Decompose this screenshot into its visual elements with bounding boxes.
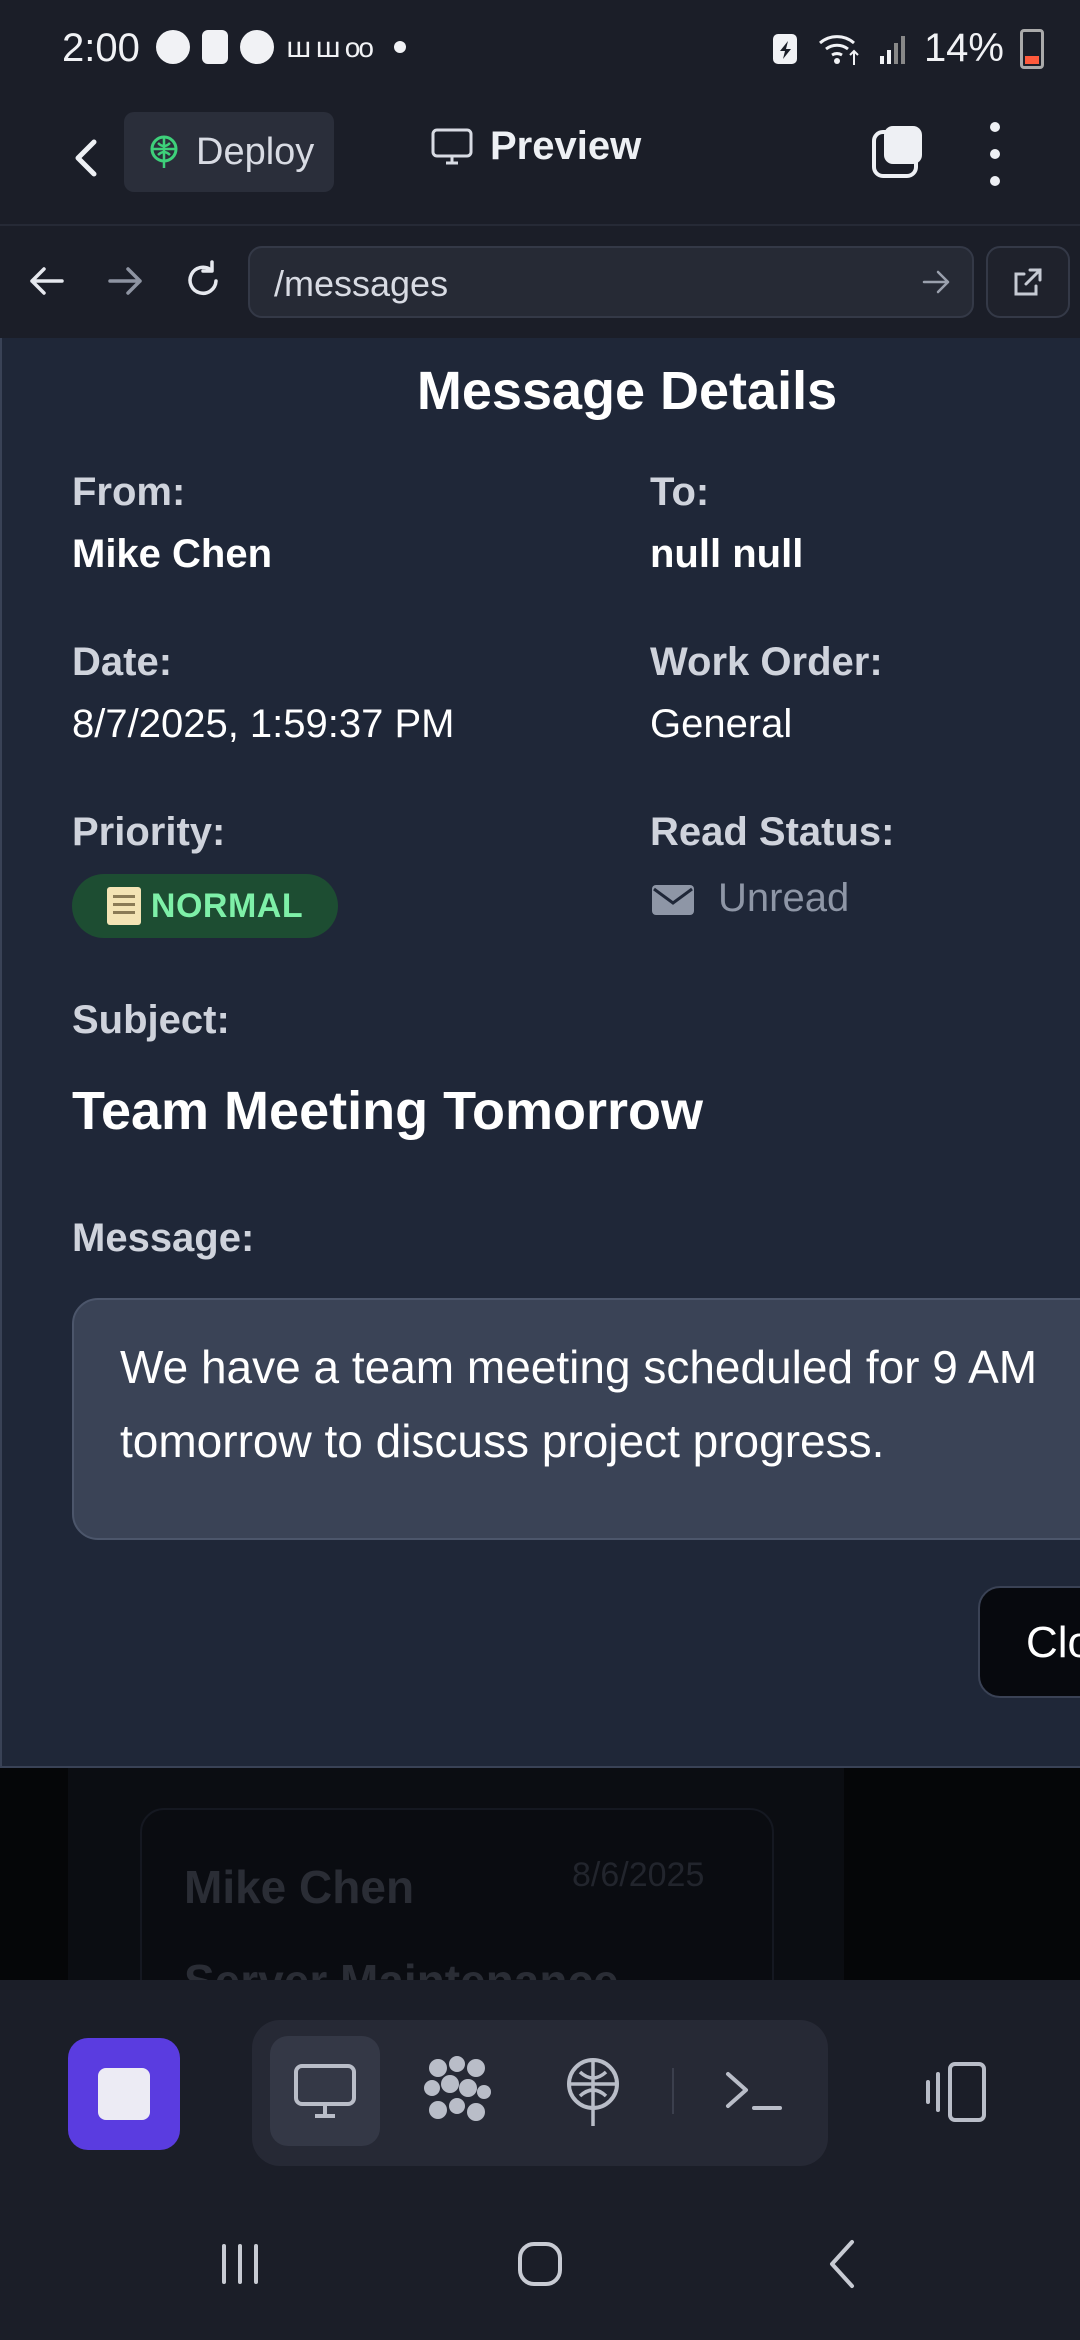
stop-icon (98, 2068, 150, 2120)
priority-label: Priority: (72, 810, 226, 854)
background-sender: Mike Chen (184, 1861, 415, 1913)
battery-percent: 14% (923, 26, 1004, 70)
tabs-icon[interactable] (868, 122, 928, 182)
more-notifications-dot-icon (393, 41, 406, 53)
background-date: 8/6/2025 (572, 1856, 705, 1894)
to-label: To: (650, 470, 710, 514)
work-order-value: General (650, 702, 793, 746)
toolbar-divider (672, 2068, 674, 2114)
stop-button[interactable] (68, 2038, 180, 2150)
status-right: 14% (770, 26, 1044, 71)
message-body-text: We have a team meeting scheduled for 9 A… (120, 1341, 1038, 1467)
reload-icon[interactable] (178, 256, 228, 306)
envelope-icon (652, 884, 694, 915)
to-value: null null (650, 532, 804, 576)
close-label: Close (1026, 1618, 1080, 1667)
url-input[interactable]: /messages (248, 246, 974, 318)
home-icon[interactable] (510, 2234, 570, 2294)
deploy-view-button[interactable] (538, 2036, 648, 2146)
cluster-icon (424, 2056, 491, 2121)
view-switcher (252, 2020, 828, 2166)
background-subject: Server Maintenance (184, 1954, 619, 1980)
more-menu-icon[interactable] (980, 122, 1010, 186)
signal-icon (879, 35, 905, 64)
go-arrow-icon[interactable] (920, 266, 952, 298)
alert-icon (202, 30, 228, 64)
external-link-icon (1014, 268, 1042, 296)
system-back-icon[interactable] (814, 2234, 874, 2294)
notification-text-icons: ꟺ ꟺ ᴏᴏ (286, 31, 374, 63)
recent-apps-icon[interactable] (210, 2234, 270, 2294)
from-label: From: (72, 470, 186, 514)
preview-label: Preview (490, 124, 642, 168)
deploy-globe-icon (150, 135, 178, 168)
deploy-label: Deploy (196, 130, 315, 173)
date-label: Date: (72, 640, 173, 684)
preview-tab[interactable]: Preview (430, 124, 641, 169)
work-order-label: Work Order: (650, 640, 883, 684)
priority-value: NORMAL (150, 886, 304, 925)
monitor-icon (431, 128, 473, 164)
memo-icon (106, 887, 141, 925)
message-body-box: We have a team meeting scheduled for 9 A… (72, 1298, 1080, 1540)
notification-icons: ꟺ ꟺ ᴏᴏ (156, 30, 406, 64)
terminal-icon (726, 2072, 782, 2110)
message-label: Message: (72, 1216, 255, 1260)
deploy-button[interactable]: Deploy (124, 112, 334, 192)
close-button[interactable]: Close (978, 1586, 1080, 1698)
read-status-value: Unread (718, 876, 850, 920)
browser-url-bar: /messages (0, 226, 1080, 338)
subject-value: Team Meeting Tomorrow (72, 1081, 704, 1141)
battery-saver-icon (772, 33, 797, 64)
read-status-label: Read Status: (650, 810, 895, 854)
workspace-view-button[interactable] (402, 2036, 512, 2146)
status-time: 2:00 (62, 26, 140, 70)
deploy-globe-icon (567, 2058, 619, 2126)
read-status: Unread (650, 876, 849, 921)
modal-title: Message Details (416, 361, 838, 421)
preview-view-button[interactable] (270, 2036, 380, 2146)
browser-back-icon[interactable] (22, 256, 72, 306)
date-value: 8/7/2025, 1:59:37 PM (72, 702, 455, 746)
back-arrow-icon[interactable] (58, 128, 118, 188)
background-message-list: Mike Chen 8/6/2025 Server Maintenance (0, 1768, 1080, 1980)
subject-label: Subject: (72, 998, 230, 1042)
device-switch-icon[interactable] (920, 2056, 992, 2128)
messenger-icon (240, 30, 274, 64)
monitor-icon (294, 2064, 356, 2118)
battery-icon (1020, 28, 1044, 69)
system-nav-bar (0, 2190, 1080, 2340)
bottom-toolbar (0, 1980, 1080, 2190)
open-external-button[interactable] (986, 246, 1070, 318)
message-details-modal: Message Details From: Mike Chen To: null… (0, 338, 1080, 1768)
priority-badge: NORMAL (72, 874, 338, 938)
status-bar: 2:00 ꟺ ꟺ ᴏᴏ 14% (0, 0, 1080, 100)
app-header: Deploy Preview (0, 100, 1080, 226)
wifi-icon (818, 34, 859, 65)
url-text: /messages (274, 263, 449, 304)
browser-forward-icon[interactable] (100, 256, 150, 306)
messenger-icon (156, 30, 190, 64)
from-value: Mike Chen (72, 532, 273, 576)
terminal-view-button[interactable] (700, 2036, 810, 2146)
